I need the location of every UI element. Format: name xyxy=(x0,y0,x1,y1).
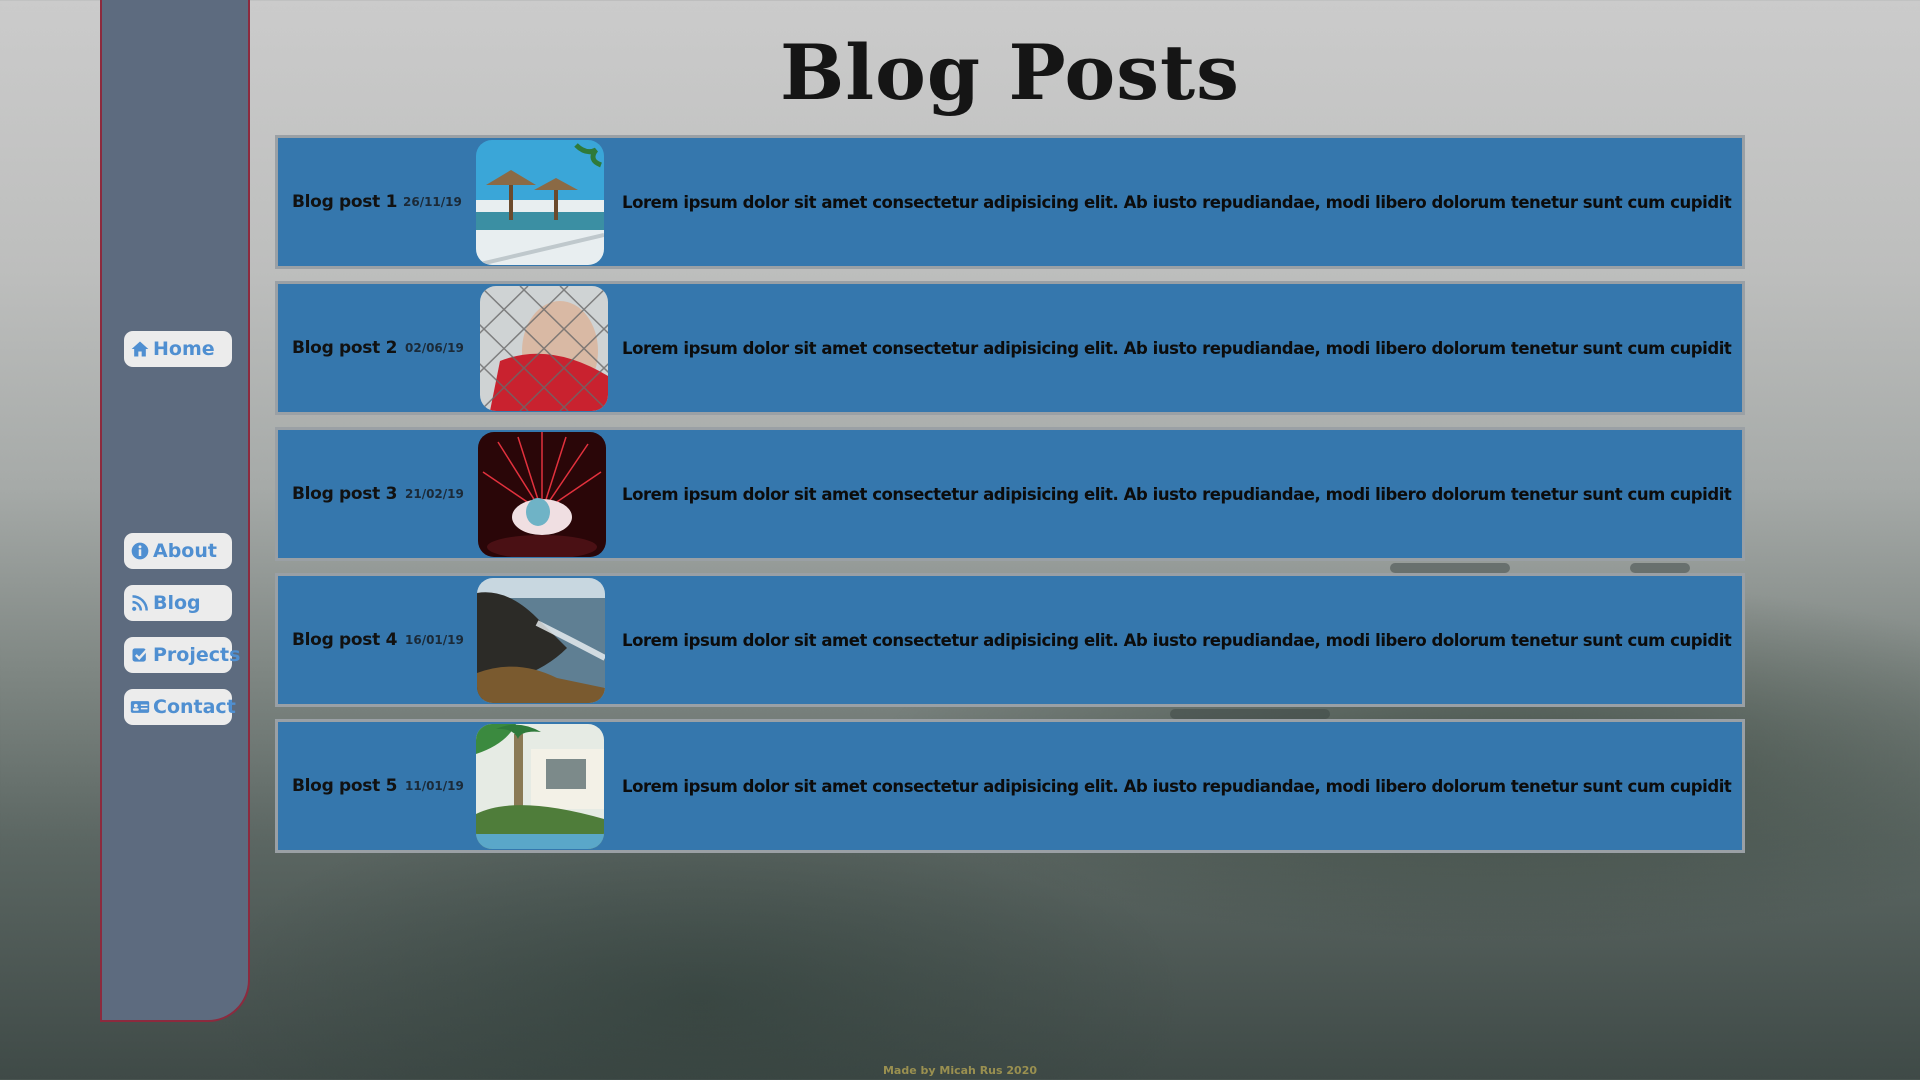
footer-credit: Made by Micah Rus 2020 xyxy=(882,1064,1038,1077)
check-icon xyxy=(132,648,149,662)
post-excerpt: Lorem ipsum dolor sit amet consectetur a… xyxy=(622,338,1732,358)
blog-post-list: Blog post 1 26/11/19 Lorem ipsum dolor s… xyxy=(275,135,1745,865)
post-title[interactable]: Blog post 1 xyxy=(292,192,397,212)
contact-card-icon xyxy=(130,701,150,713)
beach-umbrellas-image xyxy=(476,140,604,265)
post-title[interactable]: Blog post 3 xyxy=(292,484,397,504)
nav-contact-button[interactable]: Contact xyxy=(124,689,236,725)
nav-about-button[interactable]: About xyxy=(124,533,232,569)
post-title[interactable]: Blog post 2 xyxy=(292,338,397,358)
nav-blog-button[interactable]: Blog xyxy=(124,585,232,621)
nav-projects-label: Projects xyxy=(153,644,241,666)
nav-home-label: Home xyxy=(153,338,215,360)
info-icon xyxy=(131,542,149,560)
nav-blog-label: Blog xyxy=(153,592,201,614)
blog-post-card[interactable]: Blog post 2 02/06/19 Lorem ipsum dolor s… xyxy=(275,281,1745,415)
home-icon xyxy=(131,341,149,357)
post-date: 16/01/19 xyxy=(405,633,464,647)
red-sparks-image xyxy=(478,432,606,557)
coastal-cliff-image xyxy=(477,578,605,703)
blog-post-card[interactable]: Blog post 5 11/01/19 Lorem ipsum dolor s… xyxy=(275,719,1745,853)
post-title[interactable]: Blog post 4 xyxy=(292,630,397,650)
post-date: 26/11/19 xyxy=(403,195,462,209)
blog-post-card[interactable]: Blog post 3 21/02/19 Lorem ipsum dolor s… xyxy=(275,427,1745,561)
rss-icon xyxy=(132,595,148,611)
nav-home-button[interactable]: Home xyxy=(124,331,232,367)
palm-resort-image xyxy=(476,724,604,849)
post-date: 21/02/19 xyxy=(405,487,464,501)
person-behind-fence-image xyxy=(480,286,608,411)
sidebar: Home About Blog Projects Contact xyxy=(100,0,250,1022)
blog-post-card[interactable]: Blog post 4 16/01/19 Lorem ipsum dolor s… xyxy=(275,573,1745,707)
nav-about-label: About xyxy=(153,540,217,562)
nav-contact-label: Contact xyxy=(153,696,236,718)
nav-projects-button[interactable]: Projects xyxy=(124,637,240,673)
post-date: 11/01/19 xyxy=(405,779,464,793)
page-title: Blog Posts xyxy=(780,28,1240,117)
post-title[interactable]: Blog post 5 xyxy=(292,776,397,796)
post-excerpt: Lorem ipsum dolor sit amet consectetur a… xyxy=(622,630,1732,650)
post-excerpt: Lorem ipsum dolor sit amet consectetur a… xyxy=(622,192,1732,212)
blog-post-card[interactable]: Blog post 1 26/11/19 Lorem ipsum dolor s… xyxy=(275,135,1745,269)
post-date: 02/06/19 xyxy=(405,341,464,355)
post-excerpt: Lorem ipsum dolor sit amet consectetur a… xyxy=(622,484,1732,504)
post-excerpt: Lorem ipsum dolor sit amet consectetur a… xyxy=(622,776,1732,796)
